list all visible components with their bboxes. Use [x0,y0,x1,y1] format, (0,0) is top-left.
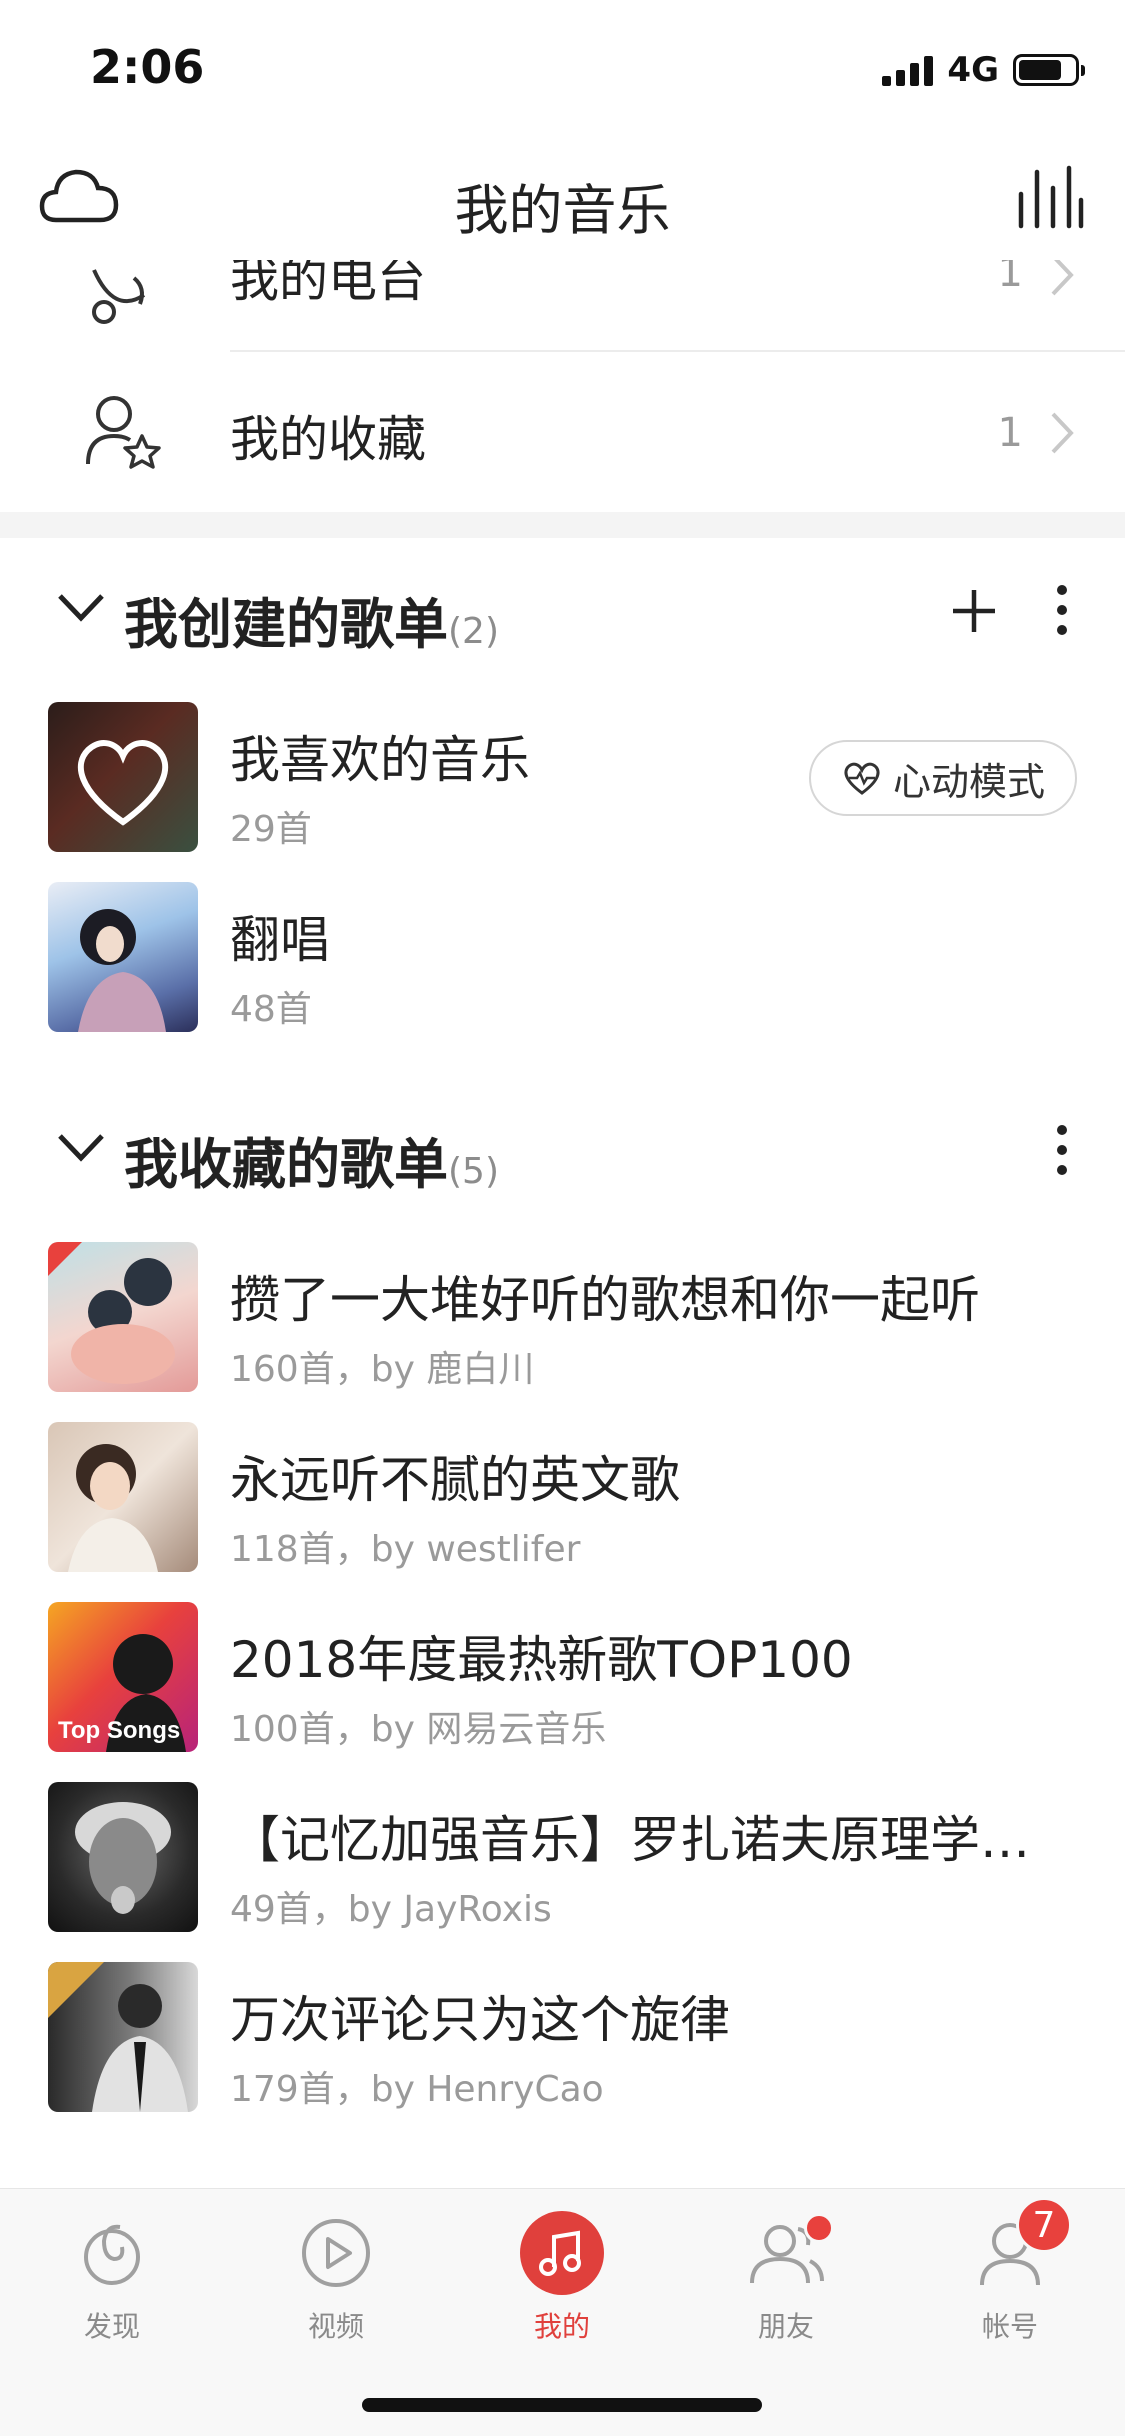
heartbeat-icon [844,762,880,795]
page-title: 我的音乐 [454,179,671,242]
playlist-item[interactable]: 翻唱 48首 [0,870,1125,1032]
playlist-cover [48,1422,198,1572]
tab-video[interactable]: 视频 [266,2211,406,2371]
tab-label: 我的 [533,2310,590,2343]
playlist-subtitle: 49首，by JayRoxis [230,1889,552,1930]
playlist-cover: Top Songs [48,1602,198,1752]
tab-label: 帐号 [981,2310,1038,2343]
tab-friends[interactable]: 朋友 [716,2211,856,2371]
playlist-subtitle: 29首 [230,809,312,850]
playlist-cover [48,1242,198,1392]
network-type: 4G [947,50,999,90]
row-count: 1 [997,410,1023,456]
playlist-item[interactable]: 【记忆加强音乐】罗扎诺夫原理学习法 49首，by JayRoxis [0,1770,1125,1932]
created-playlists-header[interactable]: 我创建的歌单(2) [0,560,1125,660]
section-count: (5) [448,1151,499,1192]
playlist-item[interactable]: 攒了一大堆好听的歌想和你一起听 160首，by 鹿白川 [0,1230,1125,1392]
radio-icon [92,269,146,324]
heart-icon [77,740,169,826]
signal-icon [882,54,934,86]
tab-discover[interactable]: 发现 [42,2211,182,2371]
playlist-name: 万次评论只为这个旋律 [230,1991,730,2049]
playlist-cover [48,1962,198,2112]
playlist-subtitle: 100首，by 网易云音乐 [230,1709,607,1750]
playlist-name: 翻唱 [230,911,330,969]
video-icon [302,2219,370,2287]
playlist-subtitle: 48首 [230,989,312,1030]
playlist-name: 2018年度最热新歌TOP100 [230,1631,853,1689]
status-bar: 2:06 4G [0,0,1125,132]
playlist-cover [48,702,198,852]
more-icon[interactable] [1055,582,1069,638]
user-star-icon [86,396,161,469]
section-title: 我收藏的歌单(5) [124,1133,499,1196]
discover-icon [84,2224,140,2285]
tab-label: 发现 [83,2310,140,2343]
equalizer-icon[interactable] [1015,164,1085,230]
notification-badge: 7 [1016,2197,1072,2253]
playlist-subtitle: 160首，by 鹿白川 [230,1349,535,1390]
tab-label: 视频 [307,2310,364,2343]
heartbeat-mode-label: 心动模式 [892,759,1045,804]
notification-dot [804,2213,834,2243]
playlist-name: 永远听不腻的英文歌 [230,1451,680,1509]
status-time: 2:06 [90,40,205,94]
collected-playlists-header[interactable]: 我收藏的歌单(5) [0,1100,1125,1200]
playlist-item[interactable]: 我喜欢的音乐 29首 心动模式 [0,690,1125,852]
playlist-cover [48,882,198,1032]
cover-text: Top Songs [58,1717,180,1744]
playlist-item[interactable]: 万次评论只为这个旋律 179首，by HenryCao [0,1950,1125,2112]
top-nav-bar: 我的音乐 [0,140,1125,260]
music-note-icon [520,2211,604,2295]
status-indicators: 4G [882,48,1085,92]
plus-icon[interactable] [951,588,997,634]
playlist-subtitle: 179首，by HenryCao [230,2069,604,2110]
playlist-name: 攒了一大堆好听的歌想和你一起听 [230,1271,980,1329]
row-label: 我的收藏 [230,411,427,468]
heartbeat-mode-button[interactable]: 心动模式 [809,740,1077,816]
playlist-name: 【记忆加强音乐】罗扎诺夫原理学习法 [230,1811,1070,1869]
chevron-down-icon[interactable] [56,590,106,624]
more-icon[interactable] [1055,1122,1069,1178]
playlist-name: 我喜欢的音乐 [230,731,530,789]
tab-mine[interactable]: 我的 [492,2211,632,2371]
chevron-right-icon [1051,412,1074,454]
section-divider [0,512,1125,538]
battery-icon [1013,54,1085,86]
tab-label: 朋友 [757,2310,814,2343]
playlist-subtitle: 118首，by westlifer [230,1529,581,1570]
section-title: 我创建的歌单(2) [124,593,499,656]
home-indicator[interactable] [362,2398,762,2412]
section-count: (2) [448,611,499,652]
chevron-down-icon[interactable] [56,1130,106,1164]
list-item-favorites[interactable]: 我的收藏 1 [0,352,1125,512]
playlist-item[interactable]: Top Songs 2018年度最热新歌TOP100 100首，by 网易云音乐 [0,1590,1125,1752]
playlist-item[interactable]: 永远听不腻的英文歌 118首，by westlifer [0,1410,1125,1572]
playlist-cover [48,1782,198,1932]
tab-account[interactable]: 7 帐号 [940,2197,1080,2371]
